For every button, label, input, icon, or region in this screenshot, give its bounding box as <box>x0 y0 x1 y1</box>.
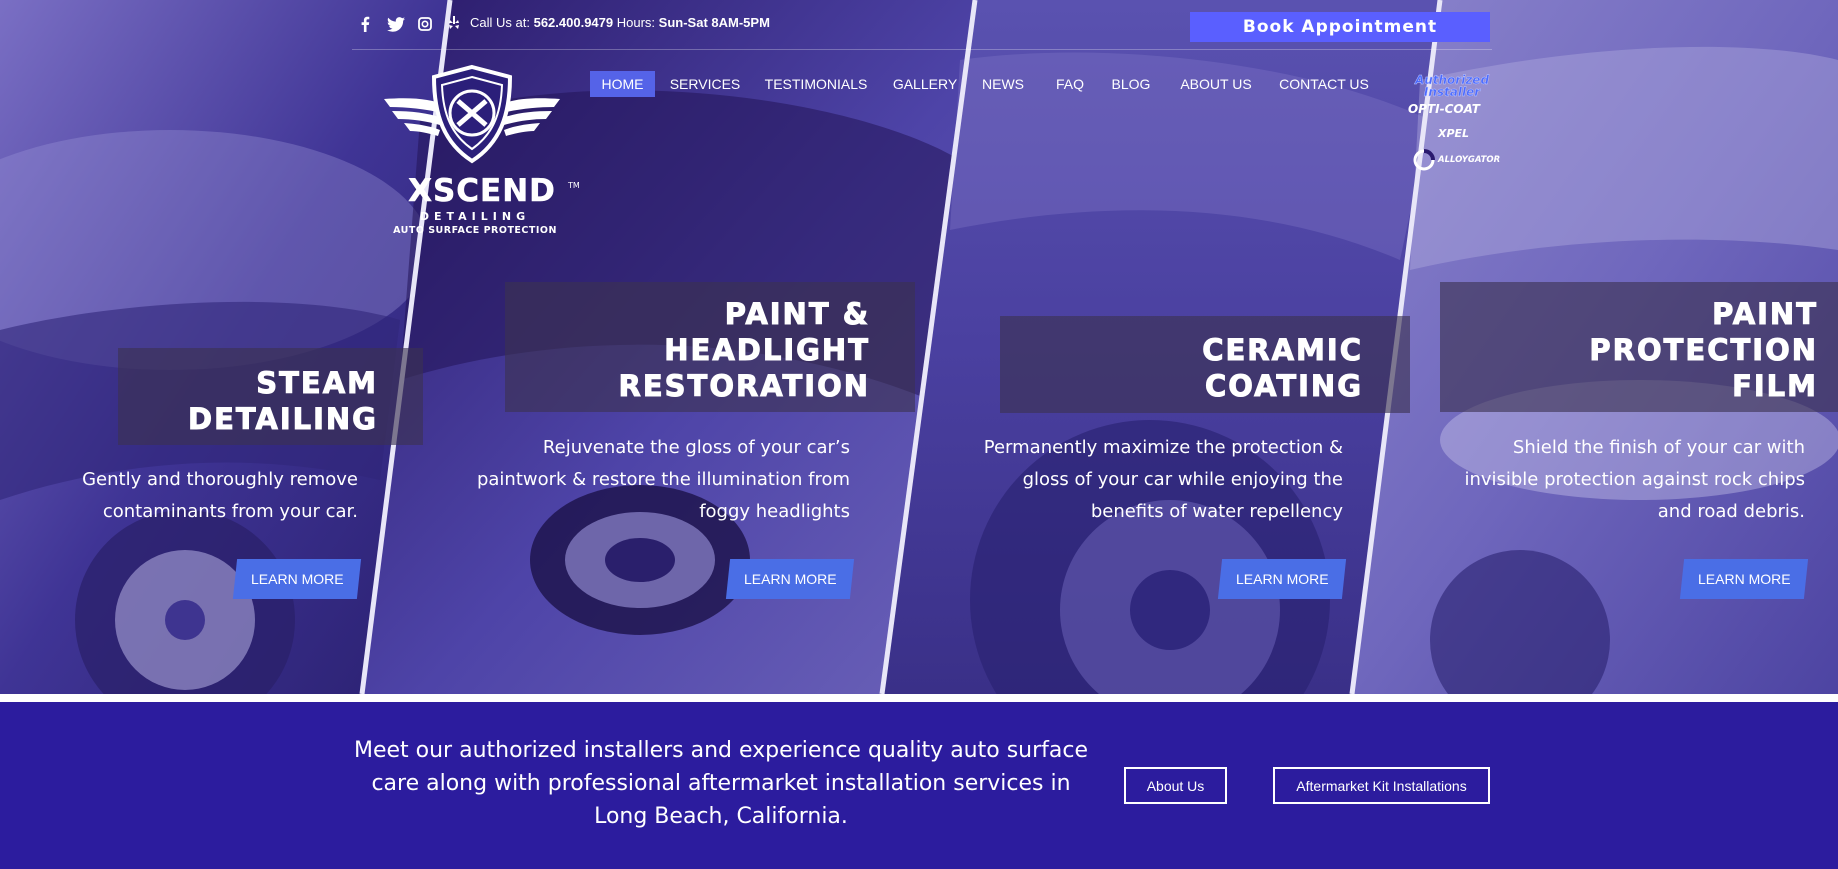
steam-detailing-title: STEAM DETAILING <box>188 366 378 437</box>
call-prefix: Call Us at: <box>470 15 530 30</box>
nav-services[interactable]: SERVICES <box>667 71 743 97</box>
alloygator-logo[interactable]: ALLOYGATOR <box>1412 148 1500 172</box>
xpel-logo[interactable]: XPEL <box>1438 127 1469 140</box>
nav-news[interactable]: NEWS <box>979 71 1027 97</box>
nav-blog[interactable]: BLOG <box>1108 71 1154 97</box>
ceramic-coating-description: Permanently maximize the protection & gl… <box>983 437 1343 522</box>
xpel-label: XPEL <box>1438 127 1470 140</box>
ppf-title: PAINT PROTECTION FILM <box>1589 297 1818 404</box>
authorized-title-line2: Installer <box>1423 85 1481 99</box>
learn-more-label: LEARN MORE <box>250 571 344 587</box>
logo-tagline: AUTO SURFACE PROTECTION <box>393 225 557 236</box>
band-separator <box>0 694 1838 702</box>
hero: Call Us at: 562.400.9479 Hours: Sun-Sat … <box>0 0 1838 694</box>
topbar-divider <box>352 49 1492 50</box>
instagram-icon[interactable] <box>414 13 436 35</box>
business-hours: Sun-Sat 8AM-5PM <box>658 15 770 30</box>
alloygator-icon <box>1413 149 1435 171</box>
twitter-icon[interactable] <box>385 13 407 35</box>
book-appointment-button[interactable]: Book Appointment <box>1190 12 1490 42</box>
paint-restoration-description: Rejuvenate the gloss of your car’s paint… <box>476 437 850 522</box>
opticoat-logo[interactable]: OPTI-COAT <box>1408 102 1480 116</box>
top-bar: Call Us at: 562.400.9479 Hours: Sun-Sat … <box>0 0 1838 50</box>
nav-contact-us[interactable]: CONTACT US <box>1277 71 1371 97</box>
learn-more-button[interactable]: LEARN MORE <box>1217 559 1347 599</box>
nav-gallery[interactable]: GALLERY <box>888 71 962 97</box>
logo-subtitle: DETAILING <box>419 210 531 223</box>
hours-prefix: Hours: <box>616 15 656 30</box>
learn-more-label: LEARN MORE <box>1697 571 1791 587</box>
ppf-description: Shield the finish of your car with invis… <box>1464 437 1805 522</box>
aftermarket-kit-button[interactable]: Aftermarket Kit Installations <box>1273 767 1490 804</box>
cta-text: Meet our authorized installers and exper… <box>353 738 1089 829</box>
ceramic-coating-title: CERAMIC COATING <box>1202 333 1363 404</box>
learn-more-label: LEARN MORE <box>743 571 837 587</box>
alloygator-label: ALLOYGATOR <box>1438 155 1501 165</box>
yelp-icon[interactable] <box>443 13 465 35</box>
learn-more-button[interactable]: LEARN MORE <box>725 559 855 599</box>
shield-wings-emblem <box>384 64 560 164</box>
contact-info: Call Us at: 562.400.9479 Hours: Sun-Sat … <box>470 15 770 30</box>
nav-testimonials[interactable]: TESTIMONIALS <box>760 71 872 97</box>
authorized-installer: Authorized Installer <box>1392 74 1512 98</box>
nav-home[interactable]: HOME <box>590 71 655 97</box>
steam-detailing-description: Gently and thoroughly remove contaminant… <box>82 469 358 522</box>
opticoat-label: OPTI-COAT <box>1408 102 1480 116</box>
nav-faq[interactable]: FAQ <box>1051 71 1089 97</box>
learn-more-label: LEARN MORE <box>1235 571 1329 587</box>
phone-number[interactable]: 562.400.9479 <box>534 15 614 30</box>
nav-about-us[interactable]: ABOUT US <box>1175 71 1257 97</box>
facebook-icon[interactable] <box>354 13 376 35</box>
paint-restoration-title: PAINT & HEADLIGHT RESTORATION <box>618 297 870 404</box>
learn-more-button[interactable]: LEARN MORE <box>1679 559 1809 599</box>
about-us-button[interactable]: About Us <box>1124 767 1227 804</box>
learn-more-button[interactable]: LEARN MORE <box>232 559 362 599</box>
logo-title: XSCEND <box>408 173 556 209</box>
site-logo[interactable]: XSCEND TM DETAILING AUTO SURFACE PROTECT… <box>382 63 582 236</box>
logo-trademark: TM <box>568 181 580 190</box>
